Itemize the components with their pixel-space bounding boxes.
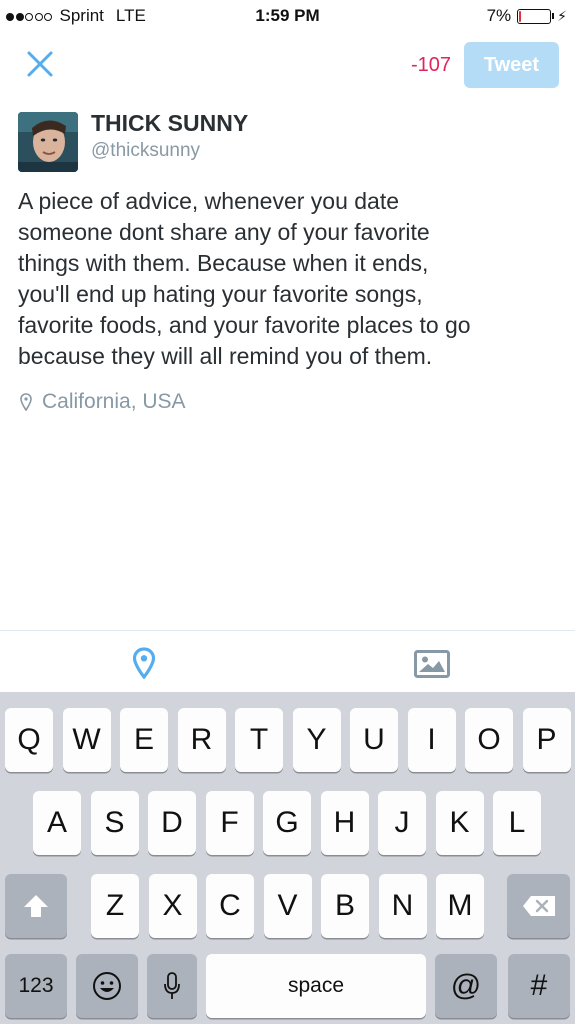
key-q[interactable]: Q	[5, 708, 53, 772]
key-s[interactable]: S	[90, 791, 139, 855]
battery-level	[519, 10, 522, 22]
emoji-key[interactable]	[76, 954, 138, 1018]
emoji-icon	[93, 972, 121, 1000]
key-u[interactable]: U	[350, 708, 398, 772]
key-f[interactable]: F	[205, 791, 254, 855]
location-pin-icon	[20, 393, 32, 411]
key-i[interactable]: I	[407, 708, 456, 772]
close-icon	[27, 51, 53, 77]
author-handle: @thicksunny	[91, 140, 201, 161]
microphone-icon	[164, 972, 180, 999]
key-k[interactable]: K	[435, 791, 484, 855]
numbers-key[interactable]: 123	[5, 954, 67, 1018]
backspace-icon	[522, 896, 555, 916]
key-w[interactable]: W	[62, 708, 111, 772]
compose-toolbar	[0, 630, 575, 692]
battery-percent: 7%	[486, 6, 512, 25]
tweet-button[interactable]: Tweet	[464, 42, 559, 88]
dictation-key[interactable]	[147, 954, 197, 1018]
shift-icon	[24, 895, 48, 917]
key-d[interactable]: D	[148, 791, 196, 855]
key-r[interactable]: R	[177, 708, 226, 772]
location-tag[interactable]: California, USA	[20, 390, 186, 414]
key-x[interactable]: X	[148, 874, 197, 938]
charging-bolt-icon: ⚡	[557, 7, 567, 24]
key-b[interactable]: B	[321, 874, 369, 938]
add-location-button[interactable]	[132, 647, 156, 684]
keyboard: 123 space @ # QWERTYUIOP ASDFGHJKL ZXCVBNM	[0, 692, 575, 1024]
battery-icon	[517, 8, 552, 24]
hash-key[interactable]: #	[508, 954, 570, 1018]
key-n[interactable]: N	[378, 874, 427, 938]
author-display-name: THICK SUNNY	[91, 110, 249, 136]
key-p[interactable]: P	[522, 708, 571, 772]
key-v[interactable]: V	[263, 874, 312, 938]
close-button[interactable]	[22, 46, 58, 82]
avatar	[18, 112, 78, 172]
tweet-text-input[interactable]: A piece of advice, whenever you date som…	[18, 186, 563, 372]
key-t[interactable]: T	[235, 708, 283, 772]
key-h[interactable]: H	[320, 791, 369, 855]
at-key[interactable]: @	[435, 954, 497, 1018]
photo-icon	[414, 650, 450, 678]
key-y[interactable]: Y	[292, 708, 341, 772]
key-g[interactable]: G	[263, 791, 311, 855]
space-key[interactable]: space	[206, 954, 426, 1018]
key-o[interactable]: O	[465, 708, 513, 772]
avatar-image	[18, 112, 78, 172]
location-label: California, USA	[42, 390, 186, 413]
location-pin-icon	[132, 647, 156, 680]
key-e[interactable]: E	[120, 708, 168, 772]
add-photo-button[interactable]	[414, 650, 450, 683]
character-counter: -107	[410, 54, 451, 76]
battery-status: 7% ⚡	[487, 6, 567, 26]
key-m[interactable]: M	[436, 874, 484, 938]
key-z[interactable]: Z	[91, 874, 139, 938]
battery-nub	[552, 13, 555, 19]
delete-key[interactable]	[507, 874, 570, 938]
key-l[interactable]: L	[493, 791, 541, 855]
key-c[interactable]: C	[206, 874, 254, 938]
key-a[interactable]: A	[33, 791, 81, 855]
status-bar: Sprint LTE 1:59 PM 7% ⚡	[0, 0, 575, 32]
key-j[interactable]: J	[378, 791, 426, 855]
shift-key[interactable]	[5, 874, 67, 938]
